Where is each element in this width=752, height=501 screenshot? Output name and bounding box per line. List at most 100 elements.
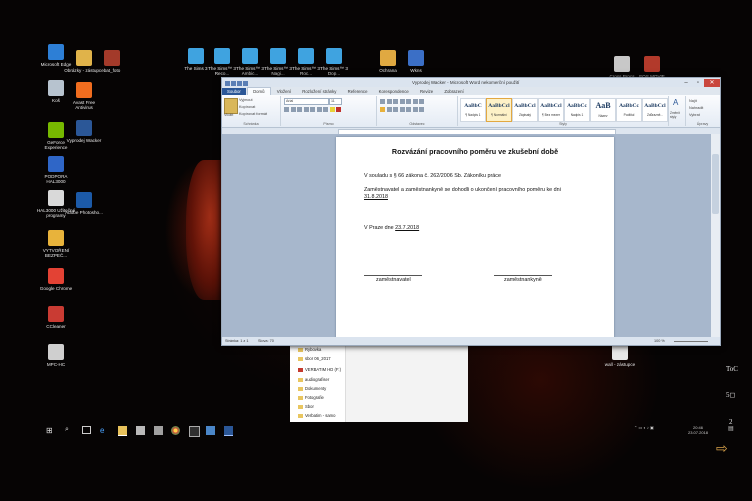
store-icon[interactable] xyxy=(136,426,145,435)
edge-icon[interactable]: e xyxy=(100,426,109,435)
line-spacing-button[interactable] xyxy=(406,107,411,112)
style-no-spacing[interactable]: AaBbCcl ¶ Bez mezer xyxy=(538,98,564,122)
borders-button[interactable] xyxy=(419,107,424,112)
bold-button[interactable] xyxy=(284,107,289,112)
word-count[interactable]: Slova: 70 xyxy=(258,337,274,345)
desktop-icon[interactable]: Wkns xyxy=(396,50,436,73)
paste-icon[interactable] xyxy=(224,98,238,114)
strikethrough-button[interactable] xyxy=(303,107,309,112)
desktop-icon[interactable]: CCleaner xyxy=(36,306,76,329)
sort-button[interactable] xyxy=(412,99,418,104)
desktop-icon[interactable]: MPC-HC xyxy=(36,344,76,367)
explorer-item[interactable]: Sbor xyxy=(298,404,314,409)
page-count[interactable]: Stránka: 1 z 1 xyxy=(225,337,248,345)
text-effects-button[interactable] xyxy=(323,107,328,112)
zoom-level[interactable]: 100 % xyxy=(654,337,665,345)
minimize-button[interactable]: – xyxy=(680,79,692,87)
change-styles-button[interactable]: Změnit styly xyxy=(670,111,685,119)
chrome-icon[interactable] xyxy=(171,426,180,435)
save-icon[interactable] xyxy=(231,80,236,86)
style-item[interactable]: AaBbCcl Zápisatý xyxy=(512,98,538,122)
select-button[interactable]: Vybrat xyxy=(689,113,700,117)
copy-button[interactable]: Kopírovat xyxy=(239,105,255,109)
italic-button[interactable] xyxy=(290,107,296,112)
explorer-item[interactable]: VERBATIM HD (F:) xyxy=(298,367,341,372)
app-icon[interactable] xyxy=(189,426,200,437)
increase-indent-button[interactable] xyxy=(406,99,411,104)
word-window[interactable]: Vyprodej Wacker - Microsoft Word nekomer… xyxy=(221,77,721,346)
font-name-select[interactable]: Arial xyxy=(284,98,329,105)
desktop-icon[interactable]: Adobe Photosho... xyxy=(64,192,104,215)
superscript-button[interactable] xyxy=(316,107,322,112)
desktop-icon[interactable]: EOS MOVIE xyxy=(632,56,672,79)
signature-employee: zaměstnankyně xyxy=(504,277,542,283)
explorer-item[interactable]: Verbatim - samo xyxy=(298,413,336,418)
style-emphasis[interactable]: AaBbCcl Zdůrazně... xyxy=(642,98,668,122)
title-bar[interactable]: Vyprodej Wacker - Microsoft Word nekomer… xyxy=(222,78,720,87)
file-explorer-window[interactable]: Rybovka sbor 06_2017 VERBATIM HD (F:) au… xyxy=(290,344,468,422)
maximize-button[interactable]: ▫ xyxy=(692,79,704,87)
mail-icon[interactable] xyxy=(154,426,163,435)
highlight-button[interactable] xyxy=(329,107,335,112)
start-windows-icon[interactable]: ⊞ xyxy=(46,426,55,435)
desktop-icon[interactable]: Vyprodej Wacker xyxy=(64,120,104,143)
style-item[interactable]: AaBbCc Nadpis 1 xyxy=(564,98,590,122)
folder-icon xyxy=(298,413,303,418)
desktop-icon[interactable]: VYTVOŘENÍ BEZPEČ... xyxy=(36,230,76,259)
align-right-button[interactable] xyxy=(393,107,398,112)
underline-button[interactable] xyxy=(297,107,302,112)
multilevel-list-button[interactable] xyxy=(393,99,398,104)
app-icon xyxy=(612,344,628,360)
document-area[interactable]: Rozvázání pracovního poměru ve zkušební … xyxy=(222,134,711,337)
desktop-icon[interactable]: wall - zástupce xyxy=(600,344,640,367)
style-normal[interactable]: AaBbCcl ¶ Normální xyxy=(486,98,512,122)
replace-button[interactable]: Nahradit xyxy=(689,106,703,110)
style-heading1[interactable]: AaBbC ¶ Nadpis 1 xyxy=(460,98,486,122)
clock[interactable]: 20:46 23.07.2018 xyxy=(688,425,708,435)
style-title[interactable]: AaB Název xyxy=(590,98,616,122)
desktop-icon[interactable]: The Sims™ 3 Dop... xyxy=(314,48,354,77)
desktop-icon[interactable]: bat_foto xyxy=(92,50,132,73)
task-view-icon[interactable] xyxy=(82,426,91,434)
document-page[interactable]: Rozvázání pracovního poměru ve zkušební … xyxy=(336,137,614,337)
bullets-button[interactable] xyxy=(380,99,385,104)
tab-home[interactable]: Domů xyxy=(247,87,271,95)
explorer-item[interactable]: Dokumenty xyxy=(298,386,326,391)
vertical-scrollbar[interactable] xyxy=(711,134,720,337)
desktop-icon[interactable]: Avast Free Antivirus xyxy=(64,82,104,111)
subscript-button[interactable] xyxy=(310,107,315,112)
paste-button[interactable]: Vložit xyxy=(224,113,233,117)
change-styles-icon[interactable]: A xyxy=(673,98,678,107)
undo-icon[interactable] xyxy=(237,80,242,86)
find-button[interactable]: Najít xyxy=(689,99,697,103)
close-button[interactable]: ✕ xyxy=(704,79,720,87)
tray-icons[interactable]: ⌃ ▭ ◐ ♪ ▣ xyxy=(634,425,654,430)
word-taskbar-icon[interactable] xyxy=(224,426,233,436)
desktop-icon-label: bat_foto xyxy=(103,68,121,73)
style-subtitle[interactable]: AaBbCc Podtitul xyxy=(616,98,642,122)
align-left-button[interactable] xyxy=(380,107,385,112)
decrease-indent-button[interactable] xyxy=(399,99,405,104)
redo-icon[interactable] xyxy=(243,80,248,86)
explorer-item[interactable]: Rybovka xyxy=(298,347,321,352)
explorer-item[interactable]: Fotografie xyxy=(298,395,324,400)
cut-button[interactable]: Vyjmout xyxy=(239,98,253,102)
desktop-icon[interactable]: PODPORA HAL3000 xyxy=(36,156,76,185)
numbering-button[interactable] xyxy=(386,99,392,104)
font-color-button[interactable] xyxy=(336,107,341,112)
pilcrow-button[interactable] xyxy=(419,99,424,104)
zoom-slider[interactable] xyxy=(674,340,708,342)
explorer-item[interactable]: sbor 06_2017 xyxy=(298,356,331,361)
shading-button[interactable] xyxy=(412,107,418,112)
desktop-icon[interactable]: Google Chrome xyxy=(36,268,76,291)
format-painter-button[interactable]: Kopírovat formát xyxy=(239,112,267,116)
search-icon[interactable]: ⌕ xyxy=(65,426,74,435)
explorer-item[interactable]: audiografiser xyxy=(298,377,329,382)
font-size-select[interactable]: 11 xyxy=(329,98,342,105)
photos-icon[interactable] xyxy=(206,426,215,435)
justify-button[interactable] xyxy=(399,107,405,112)
file-explorer-icon[interactable] xyxy=(118,426,127,436)
scroll-thumb[interactable] xyxy=(712,154,719,214)
notifications-icon[interactable]: ▤ xyxy=(728,425,734,432)
align-center-button[interactable] xyxy=(386,107,392,112)
